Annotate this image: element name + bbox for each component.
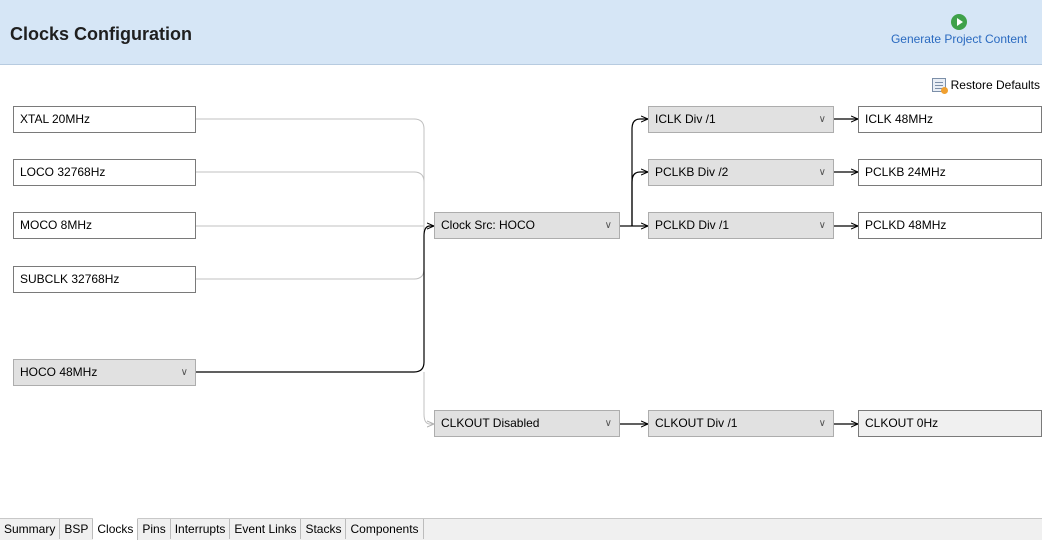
tab-bsp[interactable]: BSP xyxy=(60,519,94,539)
moco-source-box[interactable]: MOCO 8MHz xyxy=(13,212,196,239)
xtal-source-box[interactable]: XTAL 20MHz xyxy=(13,106,196,133)
clkout-div-dropdown[interactable]: CLKOUT Div /1 ∨ xyxy=(648,410,834,437)
chevron-down-icon: ∨ xyxy=(818,220,826,231)
clock-src-dropdown[interactable]: Clock Src: HOCO ∨ xyxy=(434,212,620,239)
clock-src-value: Clock Src: HOCO xyxy=(441,218,536,232)
pclkb-div-value: PCLKB Div /2 xyxy=(655,165,729,179)
tab-event-links[interactable]: Event Links xyxy=(230,519,302,539)
editor-tab-bar: Summary BSP Clocks Pins Interrupts Event… xyxy=(0,518,1042,540)
pclkb-div-dropdown[interactable]: PCLKB Div /2 ∨ xyxy=(648,159,834,186)
chevron-down-icon: ∨ xyxy=(180,367,188,378)
tab-components[interactable]: Components xyxy=(346,519,424,539)
chevron-down-icon: ∨ xyxy=(604,418,612,429)
tab-pins[interactable]: Pins xyxy=(138,519,171,539)
subclk-source-box[interactable]: SUBCLK 32768Hz xyxy=(13,266,196,293)
pclkd-div-value: PCLKD Div /1 xyxy=(655,218,730,232)
chevron-down-icon: ∨ xyxy=(818,114,826,125)
iclk-div-value: ICLK Div /1 xyxy=(655,112,716,126)
tab-interrupts[interactable]: Interrupts xyxy=(170,519,231,539)
loco-source-box[interactable]: LOCO 32768Hz xyxy=(13,159,196,186)
tab-clocks[interactable]: Clocks xyxy=(93,518,139,540)
clkout-div-value: CLKOUT Div /1 xyxy=(655,416,738,430)
chevron-down-icon: ∨ xyxy=(818,167,826,178)
pclkd-output-box: PCLKD 48MHz xyxy=(858,212,1042,239)
hoco-source-value: HOCO 48MHz xyxy=(20,365,98,379)
iclk-div-dropdown[interactable]: ICLK Div /1 ∨ xyxy=(648,106,834,133)
iclk-output-box: ICLK 48MHz xyxy=(858,106,1042,133)
clkout-source-value: CLKOUT Disabled xyxy=(441,416,540,430)
chevron-down-icon: ∨ xyxy=(604,220,612,231)
clkout-output-box: CLKOUT 0Hz xyxy=(858,410,1042,437)
tab-summary[interactable]: Summary xyxy=(0,519,61,539)
clkout-source-dropdown[interactable]: CLKOUT Disabled ∨ xyxy=(434,410,620,437)
chevron-down-icon: ∨ xyxy=(818,418,826,429)
pclkd-div-dropdown[interactable]: PCLKD Div /1 ∨ xyxy=(648,212,834,239)
pclkb-output-box: PCLKB 24MHz xyxy=(858,159,1042,186)
hoco-source-dropdown[interactable]: HOCO 48MHz ∨ xyxy=(13,359,196,386)
tab-stacks[interactable]: Stacks xyxy=(301,519,347,539)
